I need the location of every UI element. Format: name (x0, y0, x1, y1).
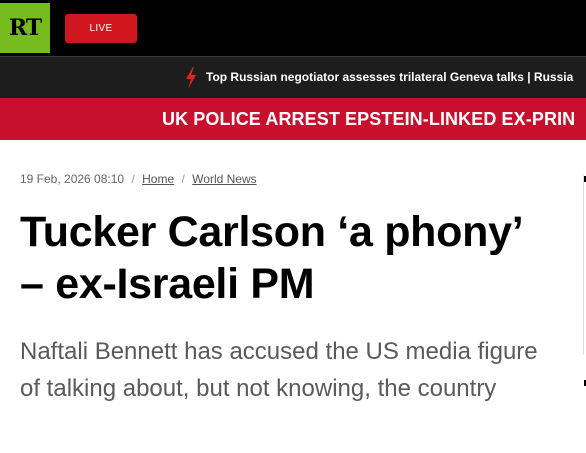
headline-line-1: Tucker Carlson ‘a phony’ (20, 208, 524, 256)
breadcrumb-separator: / (131, 172, 135, 186)
article-headline: Tucker Carlson ‘a phony’ – ex-Israeli PM (20, 206, 580, 310)
headline-line-2: – ex-Israeli PM (20, 260, 315, 308)
breadcrumb-separator: / (181, 172, 185, 186)
article-summary: Naftali Bennett has accused the US media… (20, 338, 538, 402)
news-ticker[interactable]: Top Russian negotiator assesses trilater… (0, 56, 586, 98)
rt-logo[interactable]: RT (0, 3, 50, 53)
breaking-news-text[interactable]: UK POLICE ARREST EPSTEIN-LINKED EX-PRIN (162, 108, 575, 130)
ticker-headline[interactable]: Top Russian negotiator assesses trilater… (206, 69, 573, 85)
breadcrumb-home[interactable]: Home (142, 172, 174, 186)
publish-date: 19 Feb, 2026 08:10 (20, 172, 125, 186)
top-navigation-bar: RT LIVE (0, 0, 586, 56)
live-button[interactable]: LIVE (65, 14, 137, 43)
breadcrumb-world-news[interactable]: World News (192, 172, 256, 186)
article-meta: 19 Feb, 2026 08:10 / Home / World News (20, 171, 257, 187)
lightning-bolt-icon (186, 67, 196, 89)
logo-text: RT (8, 15, 42, 41)
breaking-news-banner[interactable]: UK POLICE ARREST EPSTEIN-LINKED EX-PRIN (0, 98, 586, 140)
